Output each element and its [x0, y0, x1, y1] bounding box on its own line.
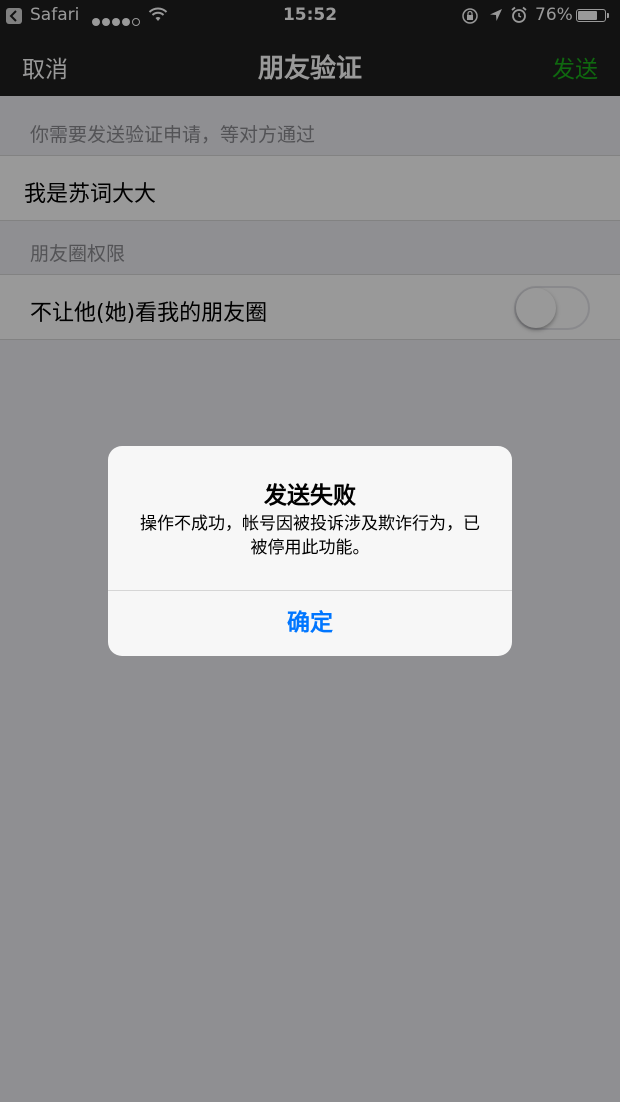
alert-title: 发送失败: [264, 483, 356, 509]
alert-message: 操作不成功，帐号因被投诉涉及欺诈行为，已被停用此功能。: [140, 514, 480, 558]
confirm-button[interactable]: 确定: [108, 591, 512, 656]
alert-dialog: 发送失败 操作不成功，帐号因被投诉涉及欺诈行为，已被停用此功能。 确定: [108, 446, 512, 656]
